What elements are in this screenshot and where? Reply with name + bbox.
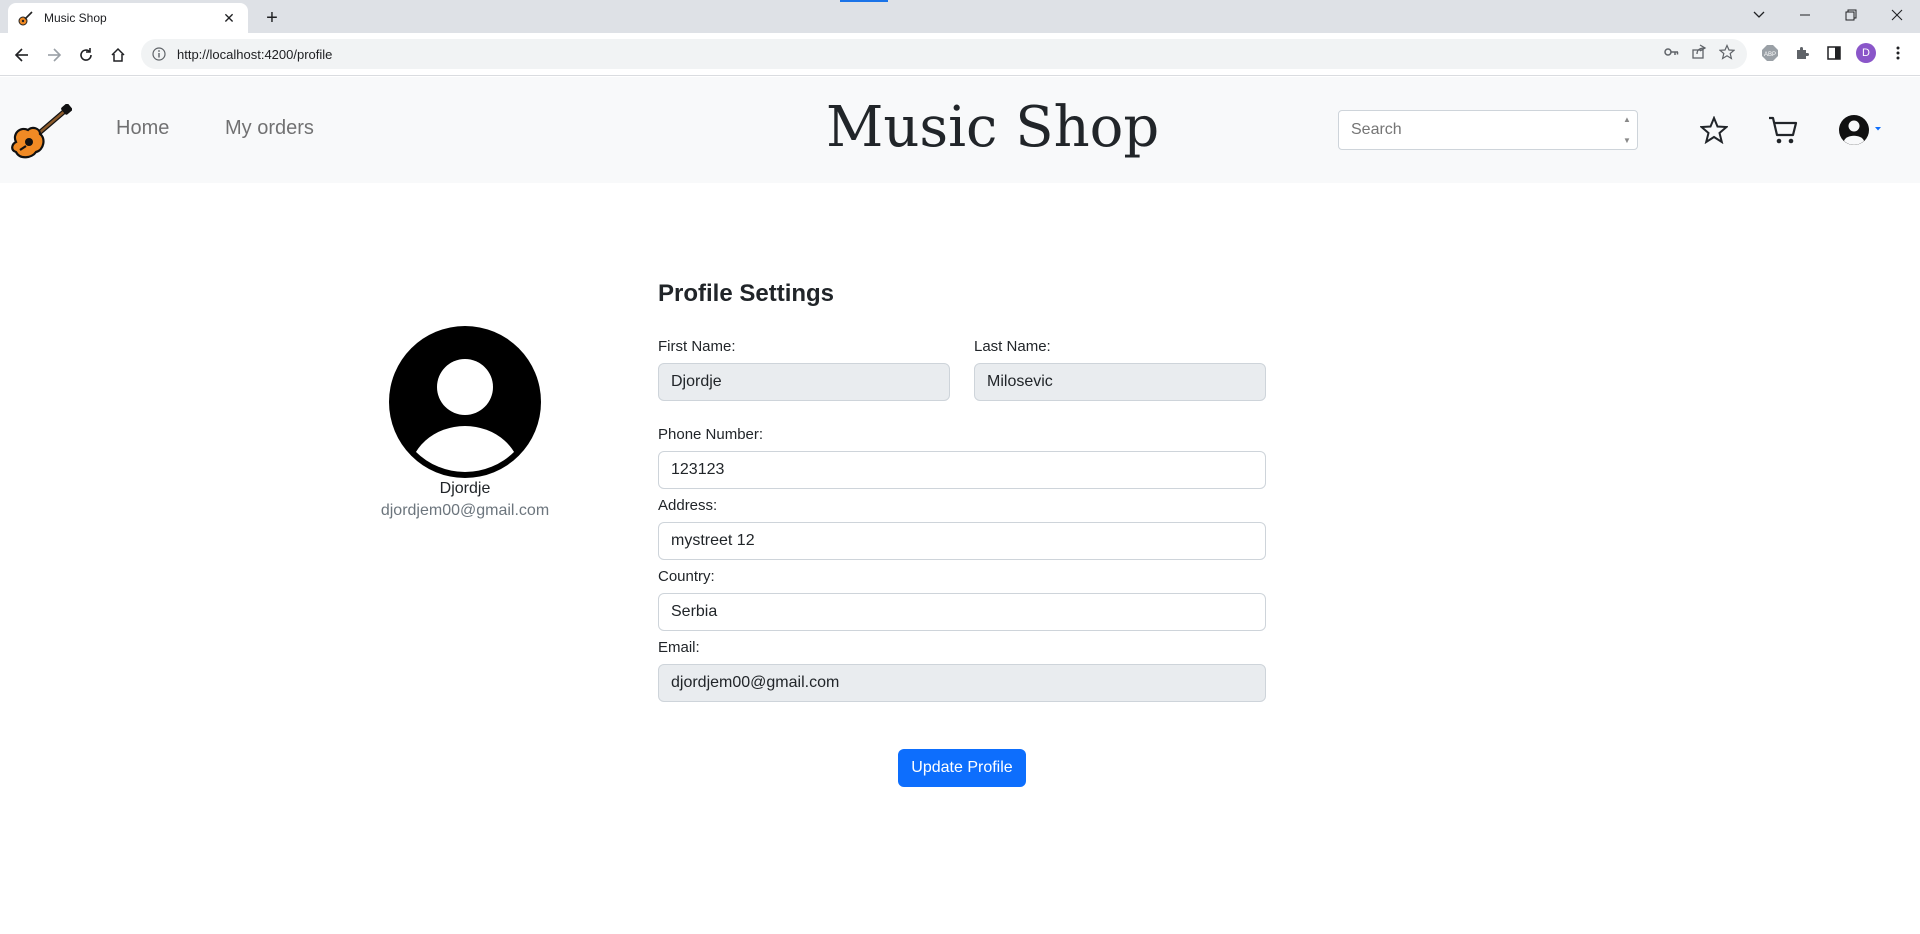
side-panel-icon[interactable] (1822, 41, 1846, 65)
extensions-puzzle-icon[interactable] (1790, 41, 1814, 65)
browser-toolbar: http://localhost:4200/profile ABP D (0, 33, 1920, 76)
settings-title: Profile Settings (658, 280, 835, 307)
address-group: Address: (658, 497, 1266, 560)
share-icon[interactable] (1691, 43, 1707, 65)
profile-settings-form: Profile Settings First Name: Last Name: … (658, 280, 1266, 702)
tab-search-indicator (840, 0, 888, 2)
home-icon[interactable] (104, 41, 132, 69)
address-bar[interactable]: http://localhost:4200/profile (141, 39, 1747, 69)
extensions-area: ABP D (1758, 41, 1910, 65)
last-name-group: Last Name: (974, 338, 1266, 401)
user-account-dropdown[interactable] (1838, 113, 1884, 147)
profile-name: Djordje (439, 480, 491, 497)
bookmark-star-icon[interactable] (1718, 43, 1736, 65)
browser-tabstrip: Music Shop ✕ + (0, 0, 1920, 33)
spin-down-icon[interactable]: ▼ (1623, 136, 1631, 145)
name-row: First Name: Last Name: (658, 338, 1266, 401)
svg-text:ABP: ABP (1764, 52, 1776, 58)
search-box[interactable]: ▲ ▼ (1338, 110, 1638, 150)
restore-icon[interactable] (1828, 0, 1874, 30)
key-icon[interactable] (1663, 44, 1679, 65)
site-info-icon[interactable] (151, 46, 167, 62)
address-field[interactable] (658, 522, 1266, 560)
first-name-label: First Name: (658, 338, 736, 355)
adblock-extension-icon[interactable]: ABP (1758, 41, 1782, 65)
minimize-icon[interactable] (1782, 0, 1828, 30)
nav-link-home[interactable]: Home (116, 117, 169, 140)
guitar-favicon-icon (18, 10, 34, 26)
cart-icon[interactable] (1766, 113, 1800, 147)
phone-label: Phone Number: (658, 426, 764, 443)
tab-search-chevron-icon[interactable] (1736, 0, 1782, 30)
back-arrow-icon[interactable] (8, 41, 36, 69)
search-input[interactable] (1351, 121, 1601, 139)
tab-close-icon[interactable]: ✕ (220, 9, 238, 27)
chrome-menu-icon[interactable] (1886, 41, 1910, 65)
favorites-star-icon[interactable] (1697, 113, 1731, 147)
country-label: Country: (658, 568, 715, 585)
user-avatar-icon (389, 326, 541, 478)
reload-icon[interactable] (72, 41, 100, 69)
new-tab-plus-icon[interactable]: + (258, 4, 286, 32)
nav-link-my-orders[interactable]: My orders (225, 117, 314, 140)
browser-tab[interactable]: Music Shop ✕ (8, 3, 248, 33)
profile-avatar-icon[interactable]: D (1854, 41, 1878, 65)
update-profile-button[interactable]: Update Profile (898, 749, 1026, 787)
brand-title: Music Shop (826, 95, 1160, 160)
search-spinner[interactable]: ▲ ▼ (1621, 115, 1633, 145)
email-label: Email: (658, 639, 700, 656)
forward-arrow-icon[interactable] (40, 41, 68, 69)
first-name-field[interactable] (658, 363, 950, 401)
country-group: Country: (658, 568, 1266, 631)
first-name-group: First Name: (658, 338, 950, 401)
country-field[interactable] (658, 593, 1266, 631)
guitar-logo-icon[interactable] (10, 103, 73, 159)
last-name-label: Last Name: (974, 338, 1051, 355)
profile-card: Djordje djordjem00@gmail.com (378, 326, 552, 520)
address-label: Address: (658, 497, 718, 514)
window-controls (1736, 0, 1920, 30)
url-text: http://localhost:4200/profile (177, 46, 333, 62)
site-navbar: Home My orders Music Shop ▲ ▼ (0, 77, 1920, 183)
phone-field[interactable] (658, 451, 1266, 489)
profile-email: djordjem00@gmail.com (380, 502, 550, 519)
last-name-field[interactable] (974, 363, 1266, 401)
spin-up-icon[interactable]: ▲ (1623, 115, 1631, 124)
email-group: Email: (658, 639, 1266, 702)
phone-group: Phone Number: (658, 426, 1266, 489)
email-field[interactable] (658, 664, 1266, 702)
close-window-icon[interactable] (1874, 0, 1920, 30)
tab-title: Music Shop (44, 11, 107, 25)
